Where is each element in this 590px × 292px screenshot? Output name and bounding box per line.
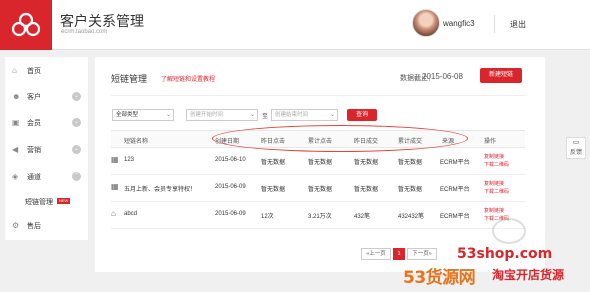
cell-yesterday-deals: 432笔 bbox=[354, 214, 371, 220]
cell-yesterday-deals: 暂无数据 bbox=[354, 187, 379, 193]
app-title: 客户关系管理 bbox=[60, 13, 144, 29]
sidebar-item-label: 会员 bbox=[27, 120, 41, 127]
watermark-slogan: 淘宝开店货源 bbox=[492, 268, 565, 282]
watermark-ring bbox=[492, 218, 526, 244]
copy-link-button[interactable]: 复制链接 bbox=[484, 180, 504, 187]
chevron-up-icon: ⌃ bbox=[72, 172, 81, 181]
sidebar-item-marketing[interactable]: ◀ 营销 ⌄ bbox=[5, 141, 88, 159]
feedback-button[interactable]: ▭ 反馈 bbox=[566, 137, 586, 159]
megaphone-icon: ◀ bbox=[12, 145, 19, 154]
app-header: 客户关系管理 ecrm.taobao.com wangfic3 退出 bbox=[0, 0, 590, 50]
sidebar-item-member[interactable]: ▣ 会员 ⌄ bbox=[5, 114, 88, 132]
cell-name[interactable]: abcd bbox=[124, 211, 137, 217]
calendar-icon: ▦ bbox=[111, 155, 119, 164]
avatar[interactable] bbox=[412, 9, 440, 37]
watermark-brand: 53货源网 bbox=[403, 268, 476, 288]
copy-link-button[interactable]: 复制链接 bbox=[484, 153, 504, 160]
sidebar-item-label: 营销 bbox=[27, 147, 41, 154]
feedback-label: 反馈 bbox=[569, 150, 582, 156]
cell-yesterday-clicks: 12次 bbox=[261, 214, 274, 220]
cell-source: ECRM平台 bbox=[440, 187, 470, 193]
chevron-down-icon: ⌄ bbox=[249, 112, 255, 118]
next-page-button[interactable]: 下一页» bbox=[407, 248, 437, 260]
chevron-down-icon: ⌄ bbox=[72, 145, 81, 154]
cell-name[interactable]: 123 bbox=[124, 157, 134, 163]
help-link[interactable]: 了解短链和设置教程 bbox=[161, 74, 215, 83]
download-qrcode-button[interactable]: 下载二维码 bbox=[484, 161, 509, 168]
copy-link-button[interactable]: 复制链接 bbox=[484, 207, 504, 214]
chevron-down-icon: ⌄ bbox=[72, 92, 81, 101]
cell-date: 2015-06-09 bbox=[215, 211, 246, 217]
column-header-actions: 操作 bbox=[484, 139, 497, 145]
cell-date: 2015-06-10 bbox=[215, 157, 246, 163]
feedback-icon: ▭ bbox=[572, 139, 580, 146]
sidebar-item-shortlink[interactable]: 短链管理 NEW bbox=[5, 193, 88, 211]
download-qrcode-button[interactable]: 下载二维码 bbox=[484, 188, 509, 195]
app-logo[interactable] bbox=[0, 0, 52, 50]
user-icon: ☻ bbox=[12, 92, 21, 101]
cell-total-deals: 暂无数据 bbox=[398, 160, 423, 166]
username[interactable]: wangfic3 bbox=[443, 19, 475, 28]
sidebar-item-label: 通道 bbox=[27, 174, 41, 181]
chevron-down-icon: ⌄ bbox=[329, 112, 335, 118]
cell-total-clicks: 暂无数据 bbox=[308, 160, 333, 166]
cell-total-clicks: 3.21万次 bbox=[308, 214, 332, 220]
chevron-down-icon: ⌄ bbox=[165, 112, 171, 118]
service-icon: ⚙ bbox=[12, 221, 20, 230]
cell-yesterday-clicks: 暂无数据 bbox=[261, 160, 286, 166]
home-icon: ⌂ bbox=[12, 66, 17, 75]
sidebar-item-label: 首页 bbox=[27, 68, 41, 75]
chevron-down-icon: ⌄ bbox=[72, 118, 81, 127]
current-page[interactable]: 1 bbox=[393, 248, 405, 260]
start-date-input[interactable]: 创建开始时间 ⌄ bbox=[186, 109, 258, 121]
new-badge: NEW bbox=[57, 198, 71, 204]
table-row: ▦ 123 2015-06-10 暂无数据 暂无数据 暂无数据 暂无数据 ECR… bbox=[111, 148, 525, 175]
member-card-icon: ▣ bbox=[12, 118, 20, 127]
cell-source: ECRM平台 bbox=[440, 160, 470, 166]
end-date-placeholder: 创建结束时间 bbox=[275, 112, 309, 118]
app-url: ecrm.taobao.com bbox=[61, 29, 108, 35]
cell-total-clicks: 暂无数据 bbox=[308, 187, 333, 193]
cell-source: ECRM平台 bbox=[440, 214, 470, 220]
page-title: 短链管理 bbox=[111, 74, 148, 84]
home-icon: ⌂ bbox=[111, 209, 116, 218]
cell-yesterday-deals: 暂无数据 bbox=[354, 160, 379, 166]
channel-icon: ◈ bbox=[12, 172, 19, 181]
cell-yesterday-clicks: 暂无数据 bbox=[261, 187, 286, 193]
end-date-input[interactable]: 创建结束时间 ⌄ bbox=[271, 109, 338, 121]
logout-link[interactable]: 退出 bbox=[510, 19, 526, 30]
sidebar-item-label: 售后 bbox=[27, 223, 41, 230]
sidebar-item-home[interactable]: ⌂ 首页 bbox=[5, 62, 88, 80]
table-row: ▦ 五月上新、会员专享特权！ 2015-06-09 暂无数据 暂无数据 暂无数据… bbox=[111, 175, 525, 202]
data-cutoff-date: 2015-06-08 bbox=[422, 72, 463, 81]
type-select[interactable]: 全部类型 ⌄ bbox=[112, 109, 174, 121]
query-button[interactable]: 查询 bbox=[347, 109, 377, 121]
divider bbox=[111, 95, 525, 96]
sidebar-item-label: 客户 bbox=[27, 94, 41, 101]
sidebar-item-label: 短链管理 bbox=[25, 199, 53, 206]
cell-total-deals: 暂无数据 bbox=[398, 187, 423, 193]
type-select-value: 全部类型 bbox=[116, 112, 139, 118]
main-panel: 短链管理 了解短链和设置教程 数据截止： 2015-06-08 新建短链 全部类… bbox=[95, 57, 545, 272]
header-divider bbox=[494, 15, 495, 33]
prev-page-button[interactable]: «上一页 bbox=[361, 248, 391, 260]
column-header-name: 短链名称 bbox=[124, 139, 149, 145]
cell-name[interactable]: 五月上新、会员专享特权！ bbox=[124, 184, 196, 193]
sidebar: ⌂ 首页 ☻ 客户 ⌄ ▣ 会员 ⌄ ◀ 营销 ⌄ ◈ 通道 ⌃ 短链管理 NE… bbox=[5, 57, 88, 240]
table-row: ⌂ abcd 2015-06-09 12次 3.21万次 432笔 432432… bbox=[111, 202, 525, 229]
calendar-icon: ▦ bbox=[111, 182, 119, 191]
cell-date: 2015-06-09 bbox=[215, 184, 246, 190]
sidebar-item-channel[interactable]: ◈ 通道 ⌃ bbox=[5, 168, 88, 186]
cloud-logo-icon bbox=[11, 12, 41, 37]
new-shortlink-button[interactable]: 新建短链 bbox=[480, 68, 522, 83]
sidebar-item-aftersales[interactable]: ⚙ 售后 bbox=[5, 217, 88, 235]
cell-total-deals: 432432笔 bbox=[398, 214, 425, 220]
start-date-placeholder: 创建开始时间 bbox=[190, 112, 224, 118]
watermark-site: 53shop.com bbox=[457, 246, 553, 262]
to-label: 至 bbox=[262, 114, 269, 120]
sidebar-item-customer[interactable]: ☻ 客户 ⌄ bbox=[5, 88, 88, 106]
